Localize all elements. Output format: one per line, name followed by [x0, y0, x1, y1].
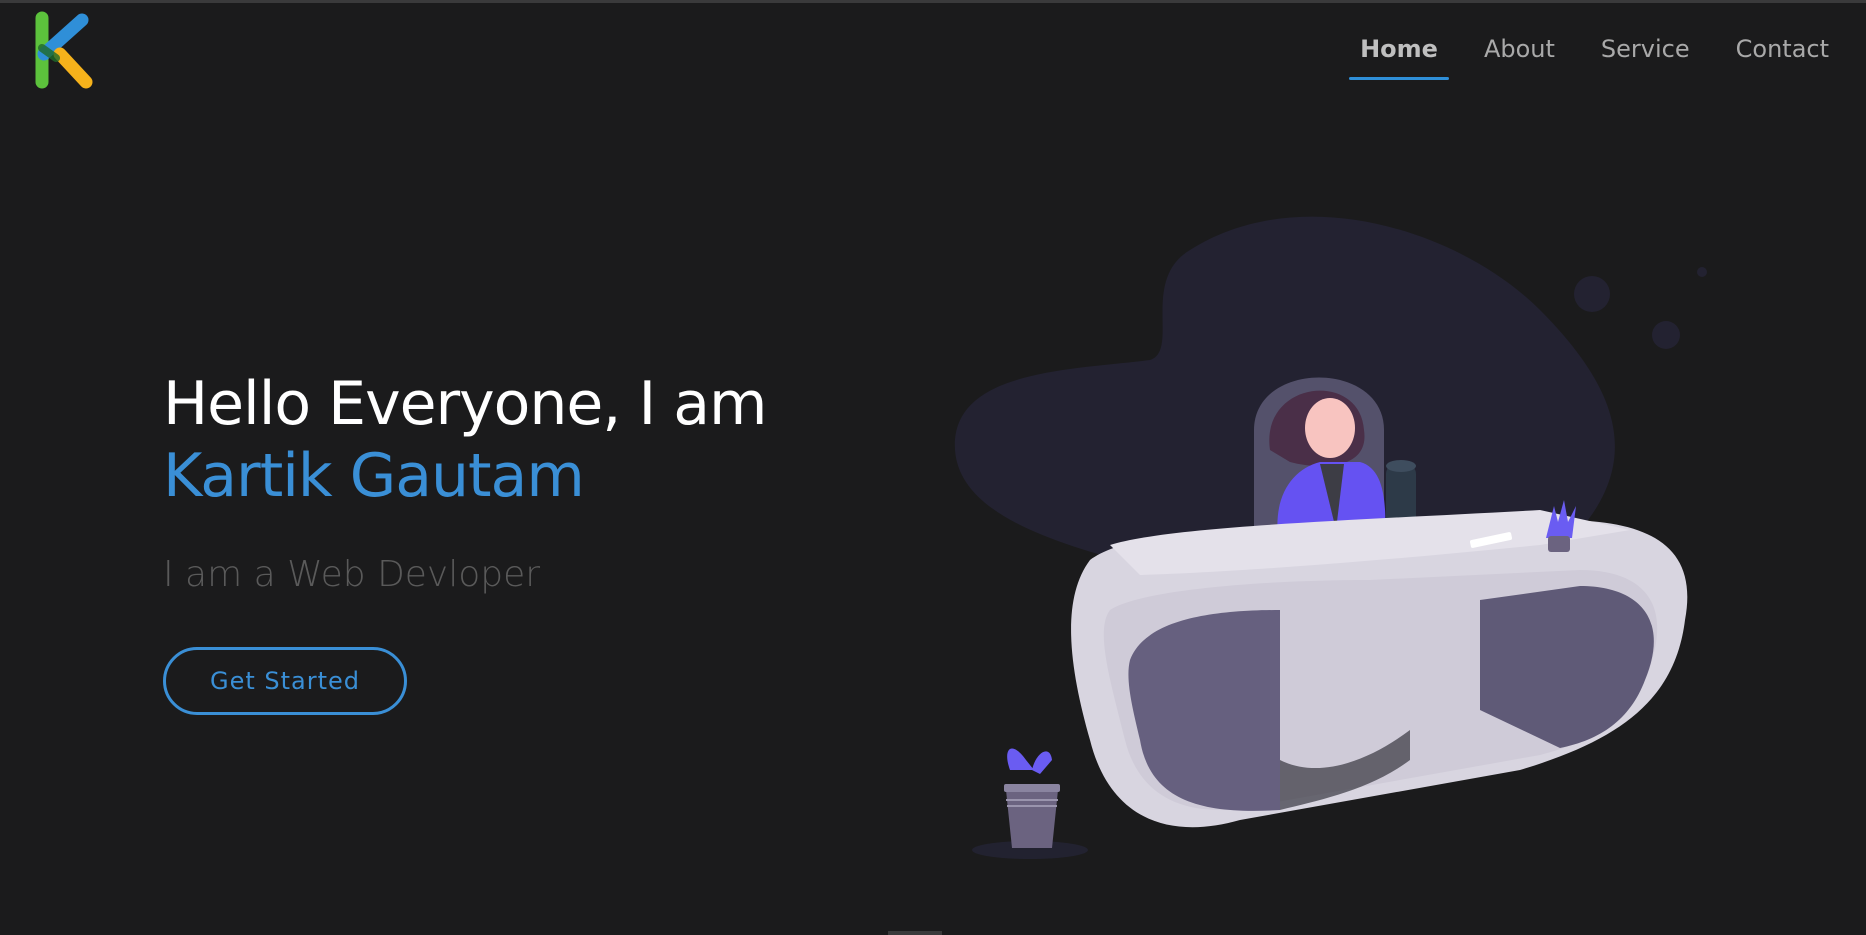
hero-section: Hello Everyone, I am Kartik Gautam I am … — [163, 368, 767, 715]
main-nav: Home About Service Contact — [1349, 32, 1840, 80]
hero-greeting: Hello Everyone, I am — [163, 369, 767, 439]
nav-home[interactable]: Home — [1349, 32, 1449, 80]
nav-service[interactable]: Service — [1590, 32, 1701, 66]
nav-about[interactable]: About — [1473, 32, 1566, 66]
person-at-desk-illustration — [954, 216, 1707, 859]
get-started-button[interactable]: Get Started — [163, 647, 407, 715]
hero-name: Kartik Gautam — [163, 441, 585, 511]
hero-role: I am a Web Devloper — [163, 554, 541, 595]
k-logo-icon[interactable] — [30, 8, 102, 92]
top-border — [0, 0, 1866, 3]
scroll-indicator — [888, 931, 942, 935]
hero-heading: Hello Everyone, I am Kartik Gautam — [163, 368, 767, 512]
nav-contact[interactable]: Contact — [1725, 32, 1840, 66]
